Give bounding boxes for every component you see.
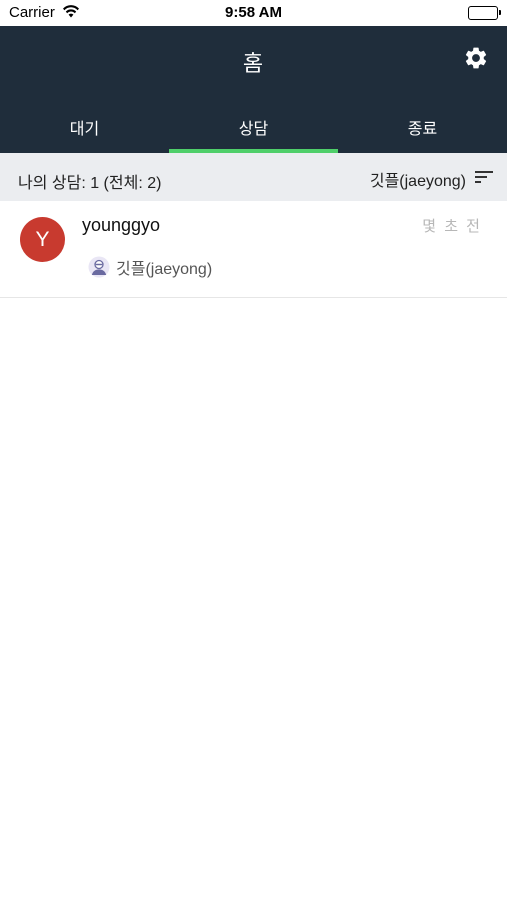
status-bar: Carrier 9:58 AM (0, 0, 507, 26)
summary-bar: 나의 상담: 1 (전체: 2) 깃플(jaeyong) (0, 153, 507, 201)
agent-avatar-icon (88, 256, 110, 278)
message-time: 몇 초 전 (422, 218, 482, 235)
avatar: Y (20, 217, 65, 262)
assignee-name: 깃플(jaeyong) (116, 261, 213, 278)
status-time: 9:58 AM (225, 4, 282, 21)
customer-name: younggyo (82, 215, 161, 235)
my-consultation-count: 나의 상담: 1 (전체: 2) (18, 175, 162, 192)
assignee: 깃플(jaeyong) (88, 255, 212, 279)
list-item[interactable]: Y younggyo 몇 초 전 깃플(jaeyong) (0, 201, 507, 298)
battery-icon (468, 6, 501, 20)
tab-closed[interactable]: 종료 (338, 102, 507, 153)
conversation-list: Y younggyo 몇 초 전 깃플(jaeyong) (0, 201, 507, 298)
agent-filter-label: 깃플(jaeyong) (369, 173, 466, 190)
tab-consulting[interactable]: 상담 (169, 102, 338, 153)
sort-icon (475, 170, 493, 189)
agent-filter-button[interactable]: 깃플(jaeyong) (370, 167, 493, 191)
gear-icon[interactable] (463, 45, 489, 71)
app-header: 홈 대기 상담 종료 (0, 26, 507, 153)
page-title: 홈 (242, 51, 265, 76)
tab-bar: 대기 상담 종료 (0, 102, 507, 153)
tab-waiting[interactable]: 대기 (0, 102, 169, 153)
